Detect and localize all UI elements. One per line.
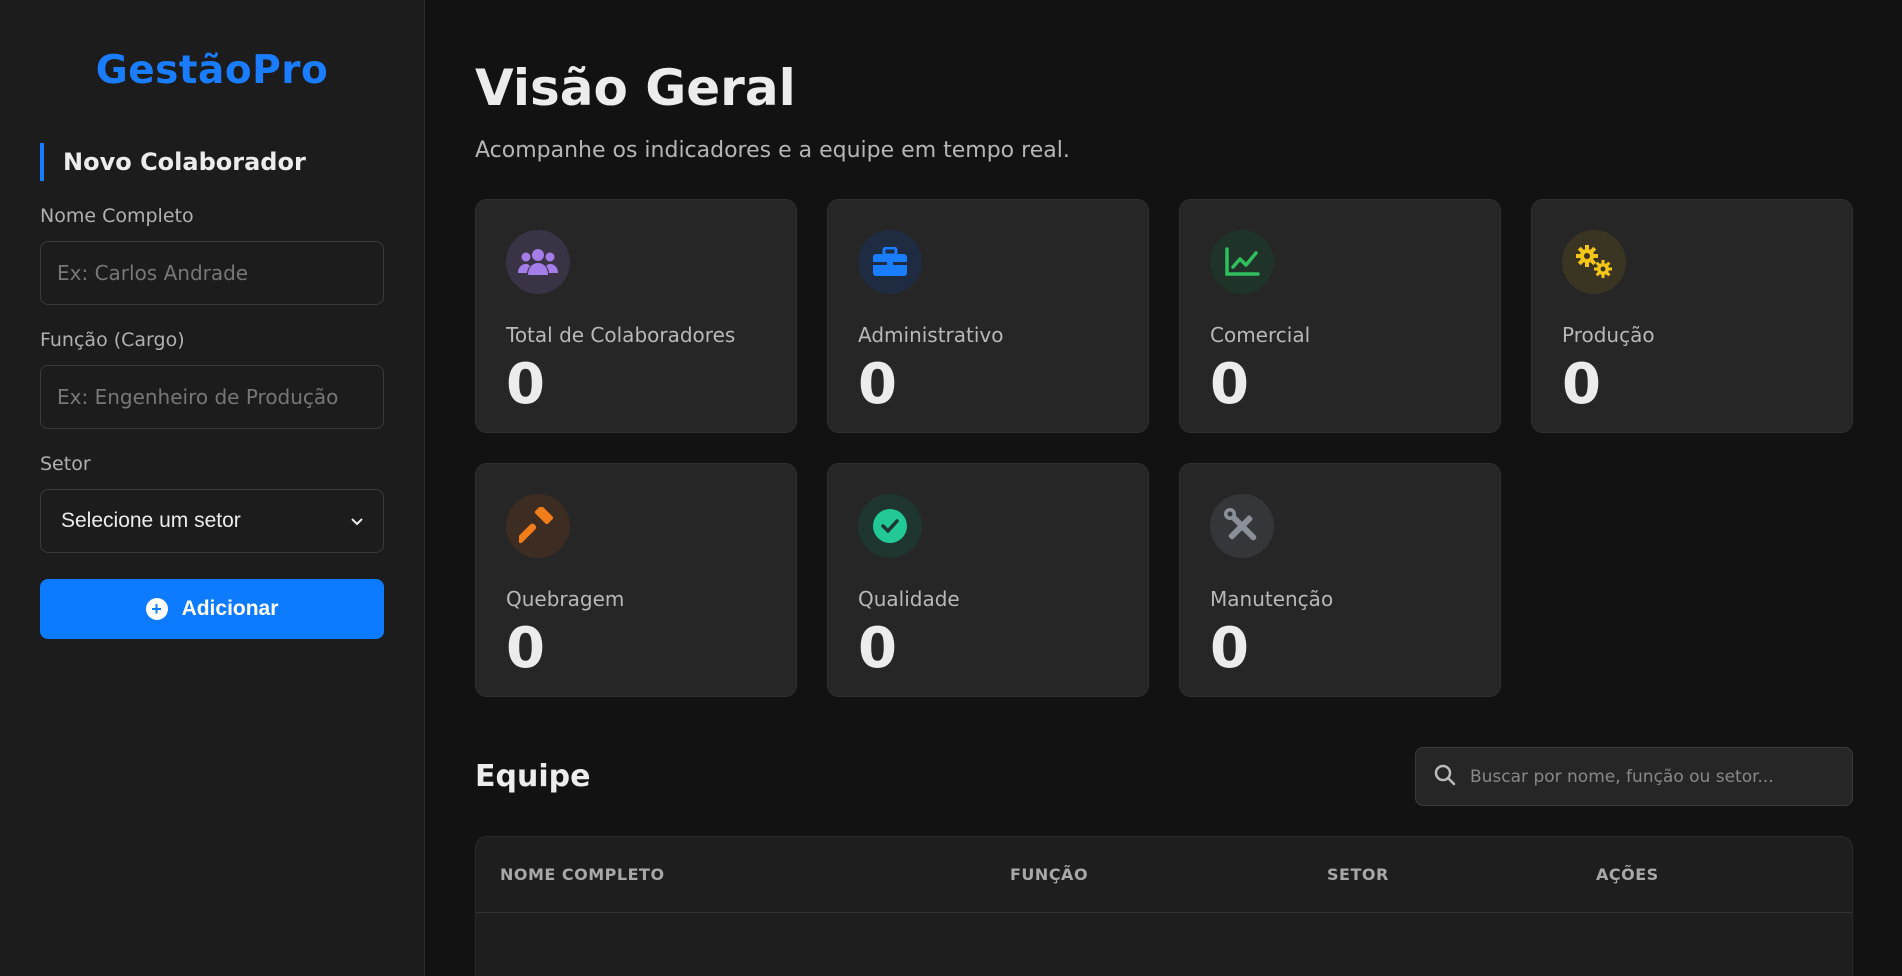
- stat-value: 0: [506, 616, 545, 681]
- stat-value: 0: [1210, 352, 1249, 417]
- stat-value: 0: [858, 616, 897, 681]
- check-circle-icon: [858, 494, 922, 558]
- page-subtitle: Acompanhe os indicadores e a equipe em t…: [475, 138, 1070, 163]
- tools-icon: [1210, 494, 1274, 558]
- search-input[interactable]: [1470, 766, 1830, 787]
- main-content: Visão Geral Acompanhe os indicadores e a…: [425, 0, 1902, 976]
- stat-value: 0: [858, 352, 897, 417]
- stat-card-total: Total de Colaboradores 0: [475, 199, 797, 433]
- chart-line-icon: [1210, 230, 1274, 294]
- team-title: Equipe: [475, 759, 591, 794]
- plus-circle-icon: +: [145, 598, 168, 620]
- role-input[interactable]: [40, 365, 384, 429]
- form-title: Novo Colaborador: [40, 143, 384, 181]
- stat-label: Qualidade: [858, 587, 960, 611]
- app-logo: GestãoPro: [95, 48, 329, 93]
- stat-value: 0: [506, 352, 545, 417]
- gears-icon: [1562, 230, 1626, 294]
- stat-label: Total de Colaboradores: [506, 323, 736, 347]
- column-header-name: NOME COMPLETO: [500, 865, 665, 884]
- stat-card-manutencao: Manutenção 0: [1179, 463, 1501, 697]
- page-title: Visão Geral: [475, 59, 796, 117]
- stat-card-administrativo: Administrativo 0: [827, 199, 1149, 433]
- stats-grid: Total de Colaboradores 0 Administrativo …: [475, 199, 1853, 697]
- stat-label: Quebragem: [506, 587, 625, 611]
- chevron-down-icon: [351, 513, 363, 529]
- briefcase-icon: [858, 230, 922, 294]
- stat-card-quebragem: Quebragem 0: [475, 463, 797, 697]
- stat-value: 0: [1210, 616, 1249, 681]
- sector-select-value: Selecione um setor: [61, 509, 241, 532]
- stat-card-qualidade: Qualidade 0: [827, 463, 1149, 697]
- column-header-sector: SETOR: [1327, 865, 1389, 884]
- add-button-label: Adicionar: [181, 597, 279, 620]
- team-header: Equipe: [475, 747, 1853, 806]
- stat-card-comercial: Comercial 0: [1179, 199, 1501, 433]
- stat-label: Comercial: [1210, 323, 1311, 347]
- stat-label: Manutenção: [1210, 587, 1334, 611]
- users-icon: [506, 230, 570, 294]
- stat-label: Produção: [1562, 323, 1655, 347]
- column-header-role: FUNÇÃO: [1010, 865, 1089, 884]
- name-input[interactable]: [40, 241, 384, 305]
- search-icon: [1434, 764, 1456, 790]
- column-header-actions: AÇÕES: [1596, 865, 1659, 884]
- sidebar: GestãoPro Novo Colaborador Nome Completo…: [0, 0, 425, 976]
- add-button[interactable]: + Adicionar: [40, 579, 384, 639]
- name-label: Nome Completo: [40, 205, 194, 227]
- sector-select[interactable]: Selecione um setor: [40, 489, 384, 553]
- stat-label: Administrativo: [858, 323, 1004, 347]
- role-label: Função (Cargo): [40, 329, 185, 351]
- stat-value: 0: [1562, 352, 1601, 417]
- team-table: NOME COMPLETO FUNÇÃO SETOR AÇÕES: [475, 836, 1853, 976]
- table-header: NOME COMPLETO FUNÇÃO SETOR AÇÕES: [476, 837, 1852, 913]
- stat-card-producao: Produção 0: [1531, 199, 1853, 433]
- hammer-icon: [506, 494, 570, 558]
- search-box[interactable]: [1415, 747, 1853, 806]
- sector-label: Setor: [40, 453, 91, 475]
